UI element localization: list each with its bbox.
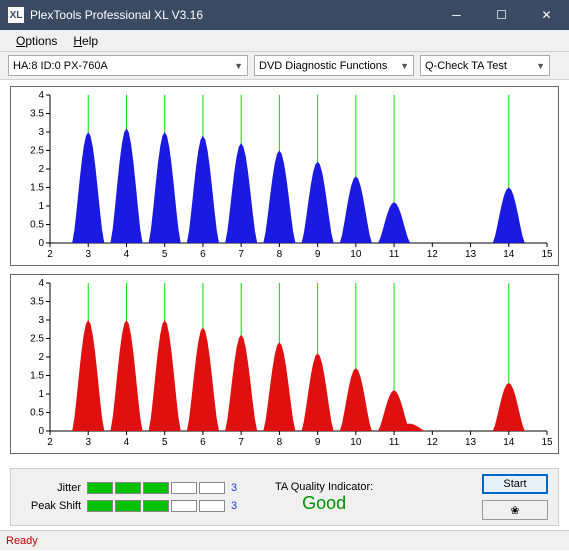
svg-text:1: 1 (38, 201, 44, 212)
toolbar: HA:8 ID:0 PX-760A ▼ DVD Diagnostic Funct… (0, 52, 569, 80)
segment (143, 500, 169, 512)
app-icon: XL (8, 7, 24, 23)
svg-text:15: 15 (541, 249, 553, 260)
gear-icon: ❀ (510, 505, 519, 517)
svg-text:0: 0 (38, 426, 44, 437)
chevron-down-icon: ▼ (394, 61, 409, 71)
peakshift-bar (87, 500, 225, 512)
svg-text:10: 10 (350, 249, 362, 260)
svg-text:3: 3 (38, 127, 44, 138)
titlebar: XL PlexTools Professional XL V3.16 ─ ☐ ✕ (0, 0, 569, 30)
svg-text:5: 5 (162, 249, 168, 260)
svg-text:11: 11 (389, 437, 400, 448)
segment (115, 482, 141, 494)
svg-text:15: 15 (541, 437, 553, 448)
svg-text:8: 8 (277, 437, 283, 448)
svg-text:0.5: 0.5 (30, 220, 44, 231)
segment (87, 500, 113, 512)
svg-text:4: 4 (38, 278, 44, 289)
svg-text:6: 6 (200, 249, 206, 260)
minimize-button[interactable]: ─ (434, 0, 479, 30)
svg-text:3: 3 (85, 437, 91, 448)
segment (199, 500, 225, 512)
jitter-bar (87, 482, 225, 494)
quality-indicator: TA Quality Indicator: Good (275, 481, 373, 514)
menu-options[interactable]: Options (8, 32, 65, 50)
svg-text:12: 12 (427, 249, 439, 260)
statusbar: Ready (0, 530, 569, 550)
segment (199, 482, 225, 494)
peakshift-value: 3 (231, 500, 245, 512)
svg-text:0: 0 (38, 238, 44, 249)
svg-text:3.5: 3.5 (30, 109, 44, 120)
category-select[interactable]: DVD Diagnostic Functions ▼ (254, 55, 414, 76)
svg-text:2.5: 2.5 (30, 146, 44, 157)
svg-text:4: 4 (38, 90, 44, 101)
menubar: Options Help (0, 30, 569, 52)
svg-text:7: 7 (238, 249, 244, 260)
segment (115, 500, 141, 512)
segment (171, 500, 197, 512)
svg-text:1: 1 (38, 389, 44, 400)
jitter-label: Jitter (21, 482, 81, 494)
svg-text:2: 2 (38, 352, 44, 363)
svg-text:4: 4 (124, 249, 130, 260)
svg-text:2: 2 (47, 249, 53, 260)
svg-text:9: 9 (315, 437, 321, 448)
chart-area: 00.511.522.533.5423456789101112131415 00… (0, 80, 569, 464)
jitter-row: Jitter 3 (21, 482, 245, 494)
svg-text:3: 3 (85, 249, 91, 260)
test-select[interactable]: Q-Check TA Test ▼ (420, 55, 550, 76)
chevron-down-icon: ▼ (228, 61, 243, 71)
svg-text:14: 14 (503, 437, 515, 448)
chart-top: 0 0.5 1 1.5 2 2.5 3 3.5 4 2 3 4 5 6 7 8 9 10 11 12 13 14 15 (10, 86, 559, 266)
svg-text:7: 7 (238, 437, 244, 448)
svg-text:8: 8 (277, 249, 283, 260)
test-select-value: Q-Check TA Test (425, 60, 507, 72)
svg-text:2: 2 (38, 164, 44, 175)
prefs-button[interactable]: ❀ (482, 500, 548, 520)
close-button[interactable]: ✕ (524, 0, 569, 30)
device-select-value: HA:8 ID:0 PX-760A (13, 60, 108, 72)
svg-text:3.5: 3.5 (30, 297, 44, 308)
chevron-down-icon: ▼ (530, 61, 545, 71)
svg-text:12: 12 (427, 437, 439, 448)
quality-label: TA Quality Indicator: (275, 481, 373, 493)
metrics-panel: Jitter 3 Peak Shift 3 TA Quality Indicat… (10, 468, 559, 526)
segment (143, 482, 169, 494)
svg-text:1.5: 1.5 (30, 183, 44, 194)
jitter-value: 3 (231, 482, 245, 494)
peakshift-row: Peak Shift 3 (21, 500, 245, 512)
device-select[interactable]: HA:8 ID:0 PX-760A ▼ (8, 55, 248, 76)
svg-text:1.5: 1.5 (30, 371, 44, 382)
segment (171, 482, 197, 494)
menu-help[interactable]: Help (65, 32, 106, 50)
svg-text:2.5: 2.5 (30, 334, 44, 345)
svg-text:14: 14 (503, 249, 515, 260)
window-title: PlexTools Professional XL V3.16 (30, 8, 434, 22)
svg-text:4: 4 (124, 437, 130, 448)
svg-text:11: 11 (389, 249, 400, 260)
quality-value: Good (275, 493, 373, 514)
start-button[interactable]: Start (482, 474, 548, 494)
chart-bottom: 0 0.5 1 1.5 2 2.5 3 3.5 4 2 3 4 5 6 7 8 9 10 11 12 13 14 15 (10, 274, 559, 454)
svg-text:13: 13 (465, 437, 477, 448)
svg-text:6: 6 (200, 437, 206, 448)
metrics-right: Start ❀ (482, 474, 548, 520)
svg-text:3: 3 (38, 315, 44, 326)
svg-text:5: 5 (162, 437, 168, 448)
segment (87, 482, 113, 494)
maximize-button[interactable]: ☐ (479, 0, 524, 30)
chart-top-svg: 0 0.5 1 1.5 2 2.5 3 3.5 4 2 3 4 5 6 7 8 9 10 11 12 13 14 15 (11, 87, 558, 265)
chart-bottom-svg: 0 0.5 1 1.5 2 2.5 3 3.5 4 2 3 4 5 6 7 8 9 10 11 12 13 14 15 (11, 275, 558, 453)
category-select-value: DVD Diagnostic Functions (259, 60, 387, 72)
svg-text:0.5: 0.5 (30, 408, 44, 419)
svg-text:9: 9 (315, 249, 321, 260)
svg-text:10: 10 (350, 437, 362, 448)
status-text: Ready (6, 535, 38, 547)
metrics-left: Jitter 3 Peak Shift 3 (21, 482, 245, 512)
svg-text:13: 13 (465, 249, 477, 260)
peakshift-label: Peak Shift (21, 500, 81, 512)
svg-text:2: 2 (47, 437, 53, 448)
